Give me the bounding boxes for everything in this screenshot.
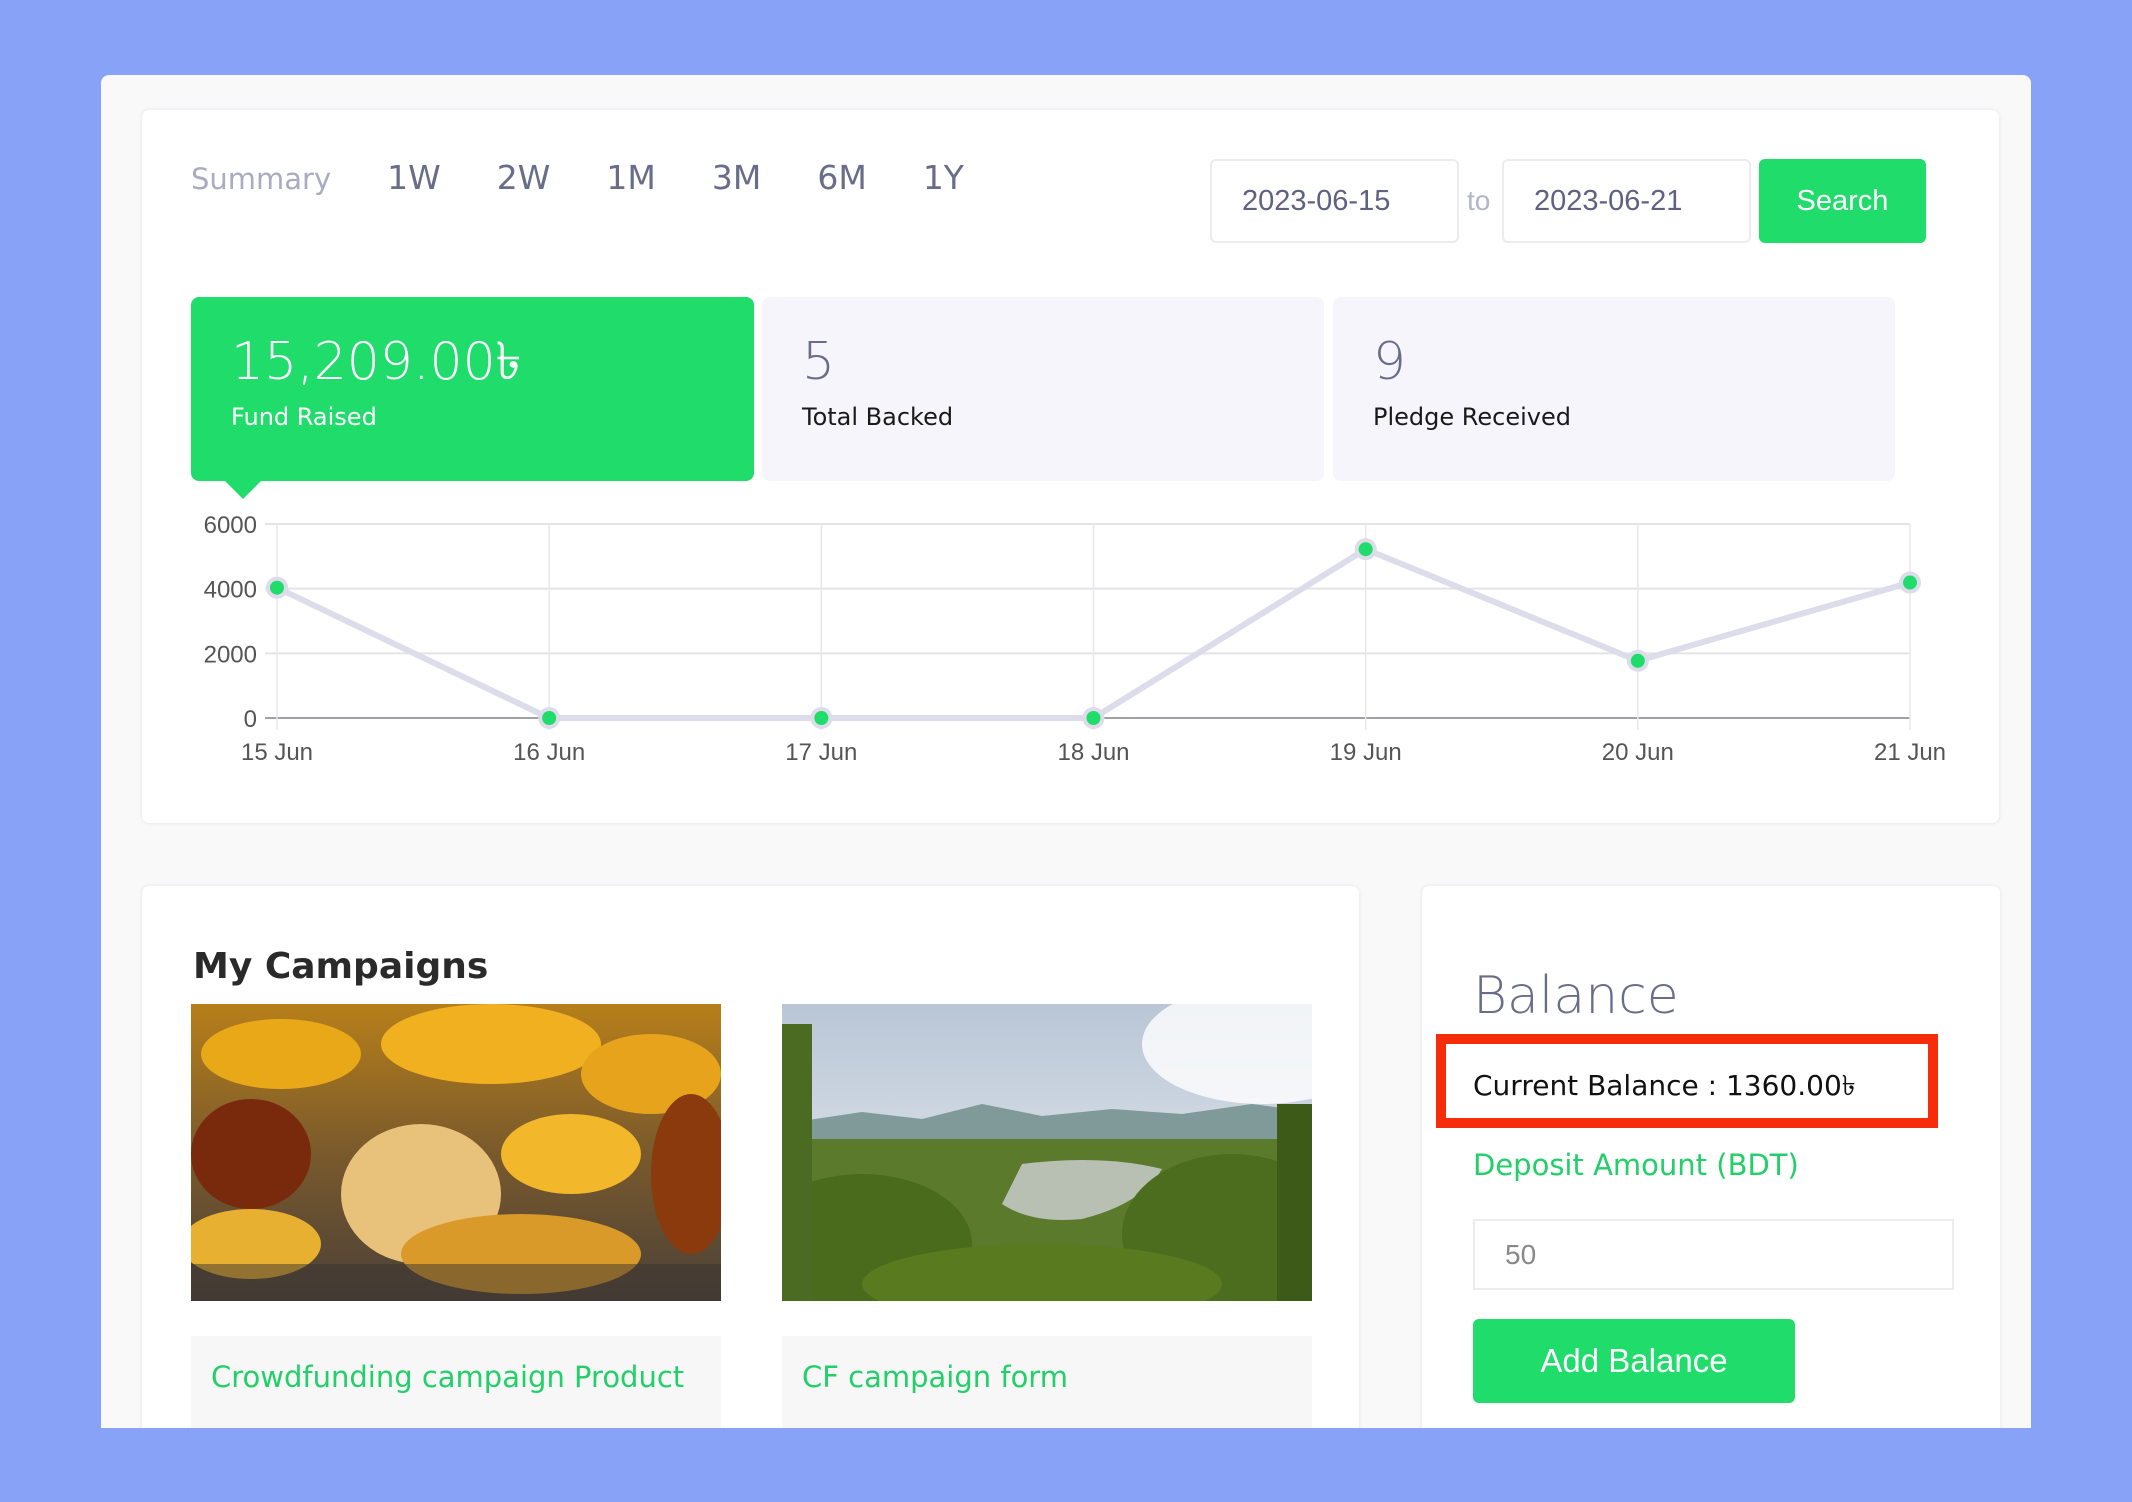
current-balance-highlight: Current Balance : 1360.00৳ — [1436, 1034, 1938, 1128]
x-tick-label: 20 Jun — [1602, 739, 1674, 766]
balance-title: Balance — [1473, 966, 1679, 1026]
search-button[interactable]: Search — [1759, 159, 1926, 243]
data-point — [270, 580, 284, 595]
balance-card: Balance Current Balance : 1360.00৳ Depos… — [1421, 885, 2001, 1428]
tab-1y[interactable]: 1Y — [923, 158, 964, 197]
my-campaigns-card: My Campaigns Crowdfunding campaign Produ… — [141, 885, 1382, 1428]
campaign-link[interactable]: Crowdfunding campaign Product — [211, 1360, 684, 1394]
x-tick-label: 18 Jun — [1057, 739, 1129, 766]
y-tick-label: 0 — [244, 706, 257, 733]
x-tick-label: 16 Jun — [513, 739, 585, 766]
data-point — [1630, 653, 1645, 668]
stat-label: Pledge Received — [1373, 403, 1571, 431]
stat-value: 9 — [1373, 332, 1407, 392]
data-point — [542, 711, 557, 725]
deposit-amount-label: Deposit Amount (BDT) — [1473, 1148, 1799, 1182]
campaign-footer: Crowdfunding campaign Product — [191, 1336, 721, 1428]
autumn-leaves-image[interactable] — [181, 1004, 731, 1301]
date-to-input[interactable]: 2023-06-21 — [1502, 159, 1751, 243]
stat-label: Total Backed — [802, 403, 954, 431]
deposit-amount-input[interactable]: 50 — [1473, 1219, 1954, 1290]
forest-lake-image[interactable] — [752, 984, 1382, 1324]
x-tick-label: 15 Jun — [241, 739, 313, 766]
campaigns-title: My Campaigns — [193, 946, 489, 987]
x-tick-label: 21 Jun — [1874, 739, 1946, 766]
stat-pledge-received[interactable]: 9 Pledge Received — [1333, 297, 1895, 481]
y-tick-label: 4000 — [204, 577, 257, 604]
tab-summary[interactable]: Summary — [191, 162, 331, 196]
stat-value: 15,209.00৳ — [231, 332, 522, 392]
tab-6m[interactable]: 6M — [817, 158, 866, 197]
campaign-item[interactable]: Crowdfunding campaign Product — [181, 1004, 731, 1428]
stat-fund-raised[interactable]: 15,209.00৳ Fund Raised — [191, 297, 754, 481]
stat-label: Fund Raised — [231, 403, 377, 431]
date-range-to-label: to — [1467, 185, 1491, 216]
tab-1w[interactable]: 1W — [387, 158, 441, 197]
campaign-item[interactable]: CF campaign form — [752, 984, 1382, 1428]
summary-card: Summary 1W 2W 1M 3M 6M 1Y 2023-06-15 to … — [141, 109, 2000, 824]
y-tick-label: 6000 — [204, 512, 257, 539]
tab-3m[interactable]: 3M — [712, 158, 761, 197]
tab-1m[interactable]: 1M — [606, 158, 655, 197]
x-tick-label: 17 Jun — [785, 739, 857, 766]
tab-2w[interactable]: 2W — [497, 158, 551, 197]
date-from-input[interactable]: 2023-06-15 — [1210, 159, 1459, 243]
x-tick-label: 19 Jun — [1330, 739, 1402, 766]
stat-value: 5 — [802, 332, 836, 392]
active-stat-pointer — [224, 480, 262, 499]
data-point — [1086, 711, 1101, 725]
stat-total-backed[interactable]: 5 Total Backed — [762, 297, 1324, 481]
add-balance-button[interactable]: Add Balance — [1473, 1319, 1795, 1403]
dashboard-panel: Summary 1W 2W 1M 3M 6M 1Y 2023-06-15 to … — [101, 75, 2031, 1428]
data-point — [1358, 542, 1373, 557]
y-tick-label: 2000 — [204, 641, 257, 668]
period-tabs: Summary 1W 2W 1M 3M 6M 1Y — [191, 158, 1020, 197]
campaign-footer: CF campaign form — [782, 1336, 1312, 1428]
current-balance-text: Current Balance : 1360.00৳ — [1473, 1069, 1856, 1102]
fund-raised-line-chart: 0 2000 4000 6000 15 Jun 16 Jun 17 Jun 18 Jun 19 … — [204, 512, 1946, 766]
data-point — [814, 711, 829, 725]
data-point — [1903, 575, 1917, 590]
campaign-link[interactable]: CF campaign form — [802, 1360, 1068, 1394]
